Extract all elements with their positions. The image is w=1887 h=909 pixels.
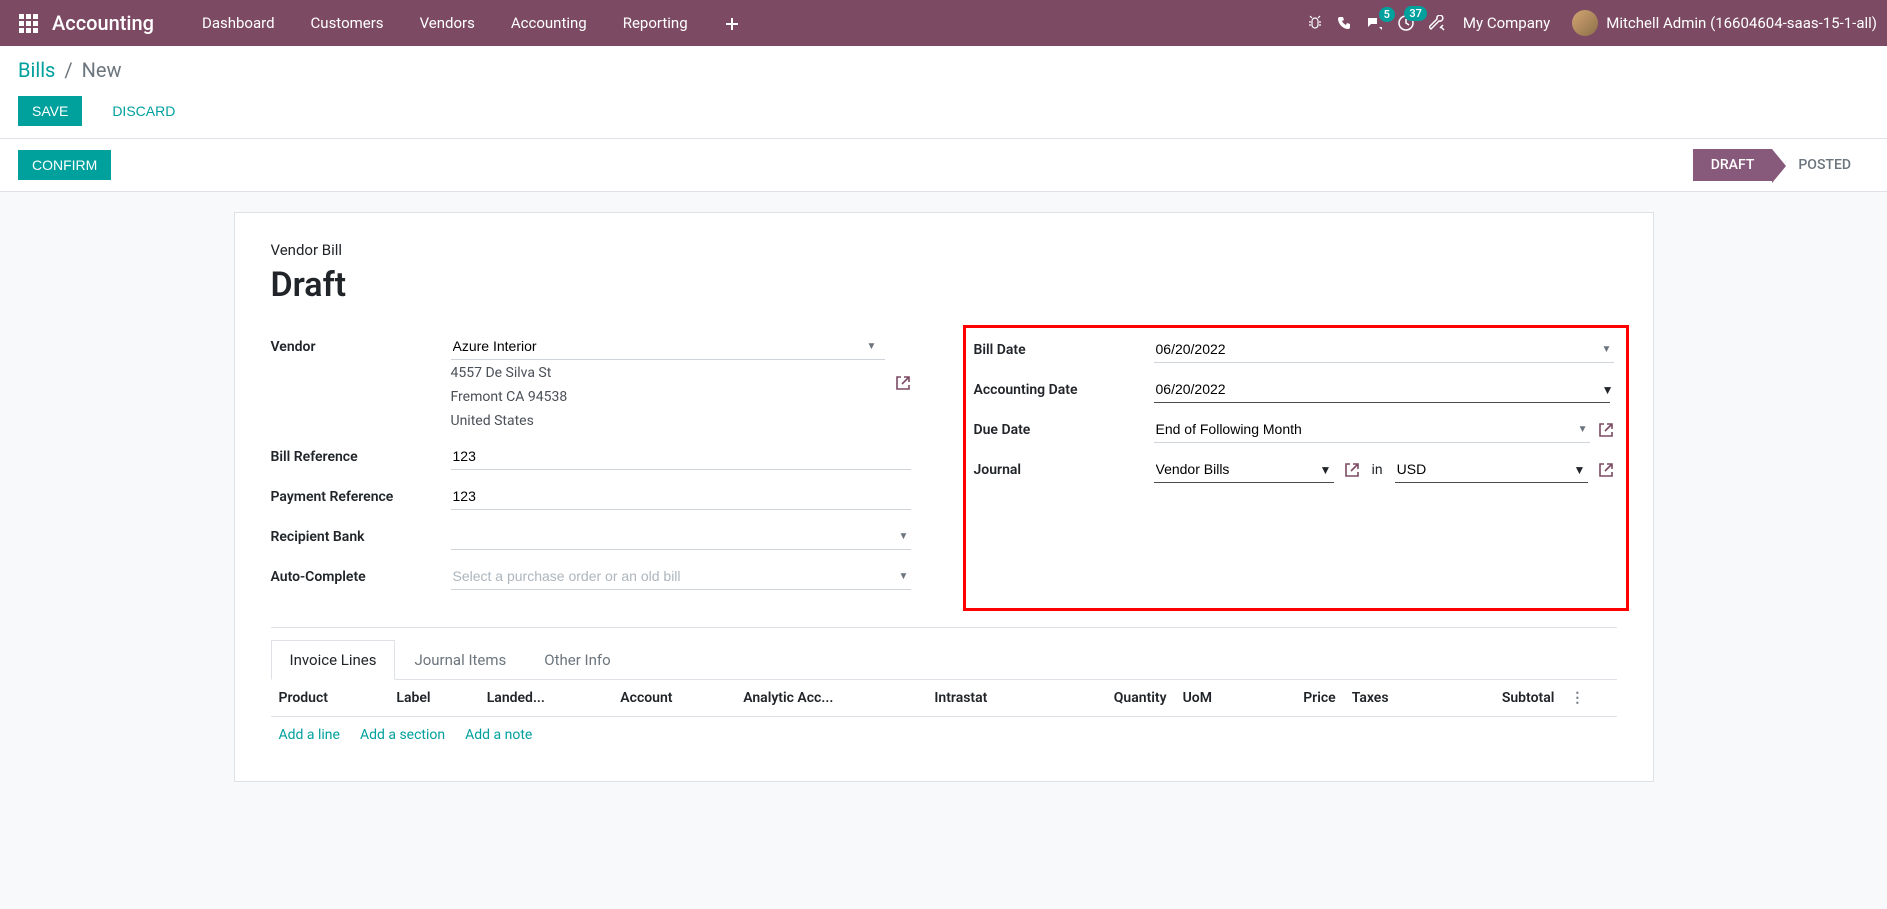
activity-badge: 37 [1404, 6, 1427, 21]
form-view: Vendor Bill Draft Vendor ▼ 4557 De Silv [0, 192, 1887, 802]
label-vendor: Vendor [271, 333, 451, 355]
col-account: Account [612, 680, 735, 717]
company-selector[interactable]: My Company [1463, 14, 1550, 32]
external-link-icon[interactable] [1598, 461, 1614, 477]
vendor-field[interactable] [451, 333, 885, 360]
app-brand[interactable]: Accounting [52, 11, 154, 35]
stage-posted[interactable]: Posted [1772, 149, 1869, 181]
nav-reporting[interactable]: Reporting [605, 2, 706, 44]
status-bar: Confirm Draft Posted [0, 139, 1887, 192]
table-header-row: Product Label Landed... Account Analytic… [271, 680, 1617, 717]
nav-customers[interactable]: Customers [293, 2, 402, 44]
nav-vendors[interactable]: Vendors [402, 2, 493, 44]
user-name: Mitchell Admin (16604604-saas-15-1-all) [1606, 14, 1877, 32]
currency-field[interactable] [1395, 456, 1588, 483]
tab-journal-items[interactable]: Journal Items [395, 640, 525, 680]
recipient-bank-field[interactable] [451, 523, 911, 550]
due-date-field[interactable] [1154, 416, 1590, 443]
avatar [1572, 10, 1598, 36]
user-menu[interactable]: Mitchell Admin (16604604-saas-15-1-all) [1572, 10, 1877, 36]
phone-icon[interactable] [1337, 15, 1353, 31]
notebook-tabs: Invoice Lines Journal Items Other Info [271, 640, 1617, 680]
table-row: Add a line Add a section Add a note [271, 717, 1617, 754]
external-link-icon[interactable] [1344, 461, 1360, 477]
col-product: Product [271, 680, 389, 717]
title-label: Vendor Bill [271, 241, 1617, 259]
add-section-link[interactable]: Add a section [360, 727, 445, 743]
col-price: Price [1256, 680, 1343, 717]
control-panel: Bills / New Save Discard [0, 46, 1887, 139]
nav-systray: 5 37 [1307, 14, 1445, 32]
external-link-icon[interactable] [895, 375, 911, 391]
top-nav: Accounting Dashboard Customers Vendors A… [0, 0, 1887, 46]
add-note-link[interactable]: Add a note [465, 727, 532, 743]
nav-menu: Dashboard Customers Vendors Accounting R… [184, 2, 758, 44]
apps-icon[interactable] [16, 11, 40, 35]
bill-reference-field[interactable] [451, 443, 911, 470]
breadcrumb: Bills / New [18, 58, 1869, 82]
col-subtotal: Subtotal [1439, 680, 1562, 717]
breadcrumb-current: New [82, 58, 122, 82]
col-label: Label [388, 680, 478, 717]
form-col-right: Bill Date ▼ Accounting Date ▼ Due Date ▼… [963, 325, 1629, 611]
col-landed: Landed... [479, 680, 613, 717]
invoice-lines-table: Product Label Landed... Account Analytic… [271, 680, 1617, 753]
tab-invoice-lines[interactable]: Invoice Lines [271, 640, 396, 680]
chat-badge: 5 [1379, 7, 1395, 22]
breadcrumb-bills[interactable]: Bills [18, 58, 55, 82]
label-journal: Journal [974, 456, 1154, 478]
external-link-icon[interactable] [1598, 421, 1614, 437]
nav-dashboard[interactable]: Dashboard [184, 2, 293, 44]
form-col-left: Vendor ▼ 4557 De Silva St Fremont CA 945… [271, 333, 911, 603]
nav-accounting[interactable]: Accounting [493, 2, 605, 44]
bill-date-field[interactable] [1154, 336, 1614, 363]
journal-in-label: in [1372, 462, 1383, 478]
save-button[interactable]: Save [18, 96, 82, 126]
label-recipient-bank: Recipient Bank [271, 523, 451, 545]
tools-icon[interactable] [1429, 15, 1445, 31]
col-uom: UoM [1175, 680, 1257, 717]
page-title: Draft [271, 265, 1617, 305]
tab-other-info[interactable]: Other Info [525, 640, 629, 680]
label-bill-date: Bill Date [974, 336, 1154, 358]
vendor-address: 4557 De Silva St Fremont CA 94538 United… [451, 362, 885, 433]
label-bill-ref: Bill Reference [271, 443, 451, 465]
journal-field[interactable] [1154, 456, 1334, 483]
status-stages: Draft Posted [1693, 149, 1869, 181]
label-due-date: Due Date [974, 416, 1154, 438]
payment-reference-field[interactable] [451, 483, 911, 510]
discard-button[interactable]: Discard [98, 96, 189, 126]
col-intrastat: Intrastat [926, 680, 1050, 717]
chat-icon[interactable]: 5 [1367, 15, 1383, 31]
label-accounting-date: Accounting Date [974, 376, 1154, 398]
label-auto-complete: Auto-Complete [271, 563, 451, 585]
add-line-link[interactable]: Add a line [279, 727, 340, 743]
activity-icon[interactable]: 37 [1397, 14, 1415, 32]
col-taxes: Taxes [1344, 680, 1439, 717]
bug-icon[interactable] [1307, 15, 1323, 31]
col-analytic: Analytic Acc... [735, 680, 926, 717]
form-sheet: Vendor Bill Draft Vendor ▼ 4557 De Silv [234, 212, 1654, 782]
col-quantity: Quantity [1051, 680, 1175, 717]
label-pay-ref: Payment Reference [271, 483, 451, 505]
stage-draft[interactable]: Draft [1693, 149, 1773, 181]
columns-menu-icon[interactable]: ⋮ [1562, 680, 1616, 717]
auto-complete-field[interactable] [451, 563, 911, 590]
accounting-date-field[interactable] [1154, 376, 1610, 403]
notebook: Invoice Lines Journal Items Other Info P… [271, 627, 1617, 753]
confirm-button[interactable]: Confirm [18, 150, 111, 180]
nav-add[interactable] [706, 2, 758, 44]
